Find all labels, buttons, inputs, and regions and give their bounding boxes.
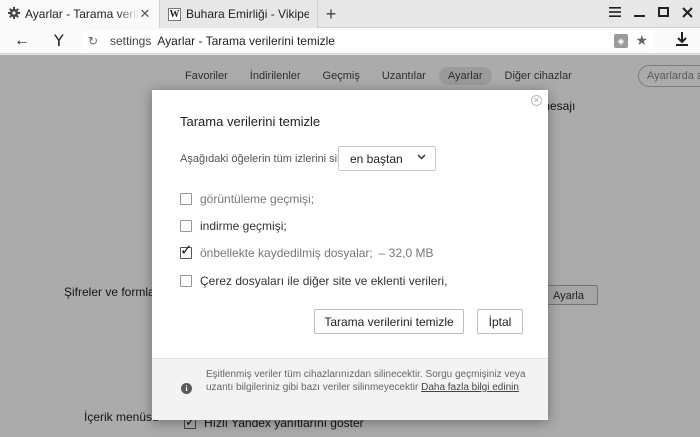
yandex-logo-icon[interactable]: Y xyxy=(54,32,64,50)
browsing-history-checkbox[interactable] xyxy=(180,193,192,205)
cache-size-value: – 32,0 MB xyxy=(378,246,434,260)
reload-icon[interactable]: ↻ xyxy=(88,34,102,48)
tab-bar: Ayarlar - Tarama verilerini temizle ✕ W … xyxy=(0,0,700,28)
option-browsing-history[interactable]: görüntüleme geçmişi; xyxy=(180,192,314,206)
protect-shield-icon[interactable]: ◈ xyxy=(614,34,628,48)
close-tab-icon[interactable]: ✕ xyxy=(139,7,151,20)
clear-browsing-data-dialog: ✕ Tarama verilerini temizle Aşağıdaki öğ… xyxy=(152,90,548,420)
option-cached-files[interactable]: önbellekte kaydedilmiş dosyalar; – 32,0 … xyxy=(180,241,434,260)
menu-icon[interactable] xyxy=(608,4,622,20)
clear-data-button[interactable]: Tarama verilerini temizle xyxy=(314,309,464,334)
wikipedia-icon: W xyxy=(168,7,181,21)
tab-title: Ayarlar - Tarama verilerini temizle xyxy=(25,7,139,21)
close-window-icon[interactable] xyxy=(680,4,694,20)
minimize-icon[interactable] xyxy=(632,4,646,20)
option-label: indirme geçmişi; xyxy=(200,219,287,233)
tab-settings[interactable]: Ayarlar - Tarama verilerini temizle ✕ xyxy=(0,0,160,28)
option-cookies[interactable]: Çerez dosyaları ile diğer site ve eklent… xyxy=(180,274,447,288)
url-scheme: settings xyxy=(110,34,152,48)
address-bar: ← Y ↻ settings Ayarlar - Tarama verileri… xyxy=(0,28,700,54)
sync-notice: Eşitlenmiş veriler tüm cihazlarınızdan s… xyxy=(206,368,536,394)
time-range-label: Aşağıdaki öğelerin tüm izlerini sil: xyxy=(180,153,343,165)
back-arrow-icon[interactable]: ← xyxy=(12,32,32,50)
info-icon: i xyxy=(181,383,192,394)
gear-icon xyxy=(8,6,20,22)
time-range-select[interactable]: en baştan xyxy=(338,146,436,171)
bookmark-star-icon[interactable]: ★ xyxy=(635,32,648,49)
option-label: Çerez dosyaları ile diğer site ve eklent… xyxy=(200,274,448,288)
option-label: görüntüleme geçmişi; xyxy=(200,192,315,206)
cookies-checkbox[interactable] xyxy=(180,275,192,287)
option-label: önbellekte kaydedilmiş dosyalar; xyxy=(200,246,373,260)
download-history-checkbox[interactable] xyxy=(180,220,192,232)
cached-files-checkbox[interactable] xyxy=(180,241,193,259)
dialog-footer: i Eşitlenmiş veriler tüm cihazlarınızdan… xyxy=(152,358,548,420)
url-page-title: Ayarlar - Tarama verilerini temizle xyxy=(157,34,335,48)
time-range-value: en baştan xyxy=(350,151,403,166)
url-field[interactable]: ↻ settings Ayarlar - Tarama verilerini t… xyxy=(82,31,654,51)
new-tab-button[interactable]: + xyxy=(320,3,342,25)
window-controls xyxy=(608,4,694,20)
maximize-icon[interactable] xyxy=(656,4,670,20)
cancel-button[interactable]: İptal xyxy=(477,309,523,334)
more-info-link[interactable]: Daha fazla bilgi edinin xyxy=(421,382,519,393)
dialog-title: Tarama verilerini temizle xyxy=(180,114,321,129)
option-download-history[interactable]: indirme geçmişi; xyxy=(180,219,287,233)
tab-wikipedia[interactable]: W Buhara Emirliği - Vikipedi xyxy=(160,0,318,28)
close-dialog-icon[interactable]: ✕ xyxy=(531,95,542,106)
download-icon[interactable] xyxy=(676,32,688,49)
chevron-down-icon xyxy=(417,152,426,163)
tab-title: Buhara Emirliği - Vikipedi xyxy=(186,7,309,21)
